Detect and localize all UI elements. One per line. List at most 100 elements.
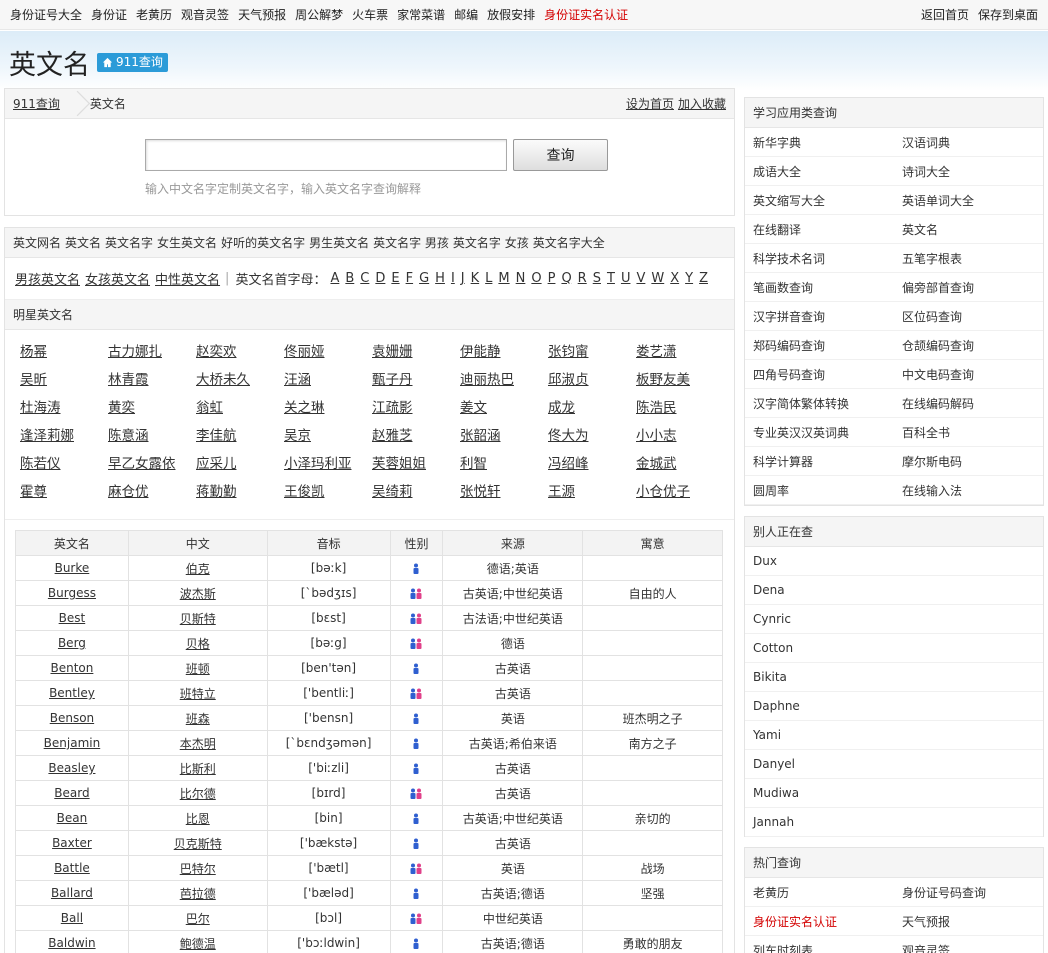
top-nav-item[interactable]: 周公解梦 [295,6,343,23]
english-name-link[interactable]: Berg [58,636,86,650]
star-name-link[interactable]: 杨幂 [20,344,47,360]
letter-link[interactable]: D [375,271,385,286]
study-tool-link[interactable]: 汉字拼音查询 [745,302,894,331]
star-name-link[interactable]: 陈意涵 [108,428,149,444]
star-name-link[interactable]: 逢泽莉娜 [20,428,74,444]
letter-link[interactable]: P [548,271,556,286]
star-name-link[interactable]: 江疏影 [372,400,413,416]
study-tool-link[interactable]: 区位码查询 [894,302,1043,331]
hot-query-link[interactable]: 列车时刻表 [745,936,894,953]
star-name-link[interactable]: 赵奕欢 [196,344,237,360]
add-favorite-link[interactable]: 加入收藏 [678,95,726,112]
letter-link[interactable]: M [498,271,509,286]
chinese-name-link[interactable]: 贝克斯特 [174,837,222,851]
study-tool-link[interactable]: 英文名 [894,215,1043,244]
tag-link[interactable]: 英文名 [65,234,101,251]
star-name-link[interactable]: 芙蓉姐姐 [372,456,426,472]
star-name-link[interactable]: 张钧甯 [548,344,589,360]
letter-link[interactable]: H [435,271,445,286]
study-tool-link[interactable]: 诗词大全 [894,157,1043,186]
letter-link[interactable]: X [670,271,679,286]
star-name-link[interactable]: 吴昕 [20,372,47,388]
english-name-link[interactable]: Ball [61,911,83,925]
star-name-link[interactable]: 翁虹 [196,400,223,416]
star-name-link[interactable]: 佟丽娅 [284,344,325,360]
letter-link[interactable]: B [345,271,354,286]
study-tool-link[interactable]: 中文电码查询 [894,360,1043,389]
english-name-link[interactable]: Baxter [52,836,92,850]
top-nav-item[interactable]: 身份证号大全 [10,6,82,23]
study-tool-link[interactable]: 在线编码解码 [894,389,1043,418]
study-tool-link[interactable]: 郑码编码查询 [745,331,894,360]
tag-link[interactable]: 英文网名 [13,234,61,251]
tag-link[interactable]: 英文名字 男孩 [373,234,449,251]
top-nav-item[interactable]: 天气预报 [238,6,286,23]
study-tool-link[interactable]: 偏旁部首查询 [894,273,1043,302]
letter-link[interactable]: T [607,271,615,286]
study-tool-link[interactable]: 百科全书 [894,418,1043,447]
english-name-link[interactable]: Bean [57,811,88,825]
star-name-link[interactable]: 麻仓优 [108,484,149,500]
letter-link[interactable]: U [621,271,631,286]
chinese-name-link[interactable]: 鲍德温 [180,937,216,951]
top-nav-item[interactable]: 放假安排 [487,6,535,23]
star-name-link[interactable]: 小泽玛利亚 [284,456,352,472]
gender-link[interactable]: 中性英文名 [155,269,220,288]
star-name-link[interactable]: 早乙女露依 [108,456,176,472]
top-nav-item[interactable]: 老黄历 [136,6,172,23]
search-input[interactable] [145,139,507,171]
star-name-link[interactable]: 黄奕 [108,400,135,416]
recent-search-link[interactable]: Mudiwa [745,779,1043,808]
study-tool-link[interactable]: 笔画数查询 [745,273,894,302]
letter-link[interactable]: J [461,271,465,286]
tag-link[interactable]: 英文名字大全 [533,234,605,251]
study-tool-link[interactable]: 英语单词大全 [894,186,1043,215]
star-name-link[interactable]: 王俊凯 [284,484,325,500]
letter-link[interactable]: A [330,271,339,286]
star-name-link[interactable]: 板野友美 [636,372,690,388]
chinese-name-link[interactable]: 伯克 [186,562,210,576]
tag-link[interactable]: 好听的英文名字 [221,234,305,251]
star-name-link[interactable]: 甄子丹 [372,372,413,388]
study-tool-link[interactable]: 汉字简体繁体转换 [745,389,894,418]
top-nav-item-verify[interactable]: 身份证实名认证 [544,6,628,23]
hot-query-link[interactable]: 身份证实名认证 [745,907,894,936]
chinese-name-link[interactable]: 贝格 [186,637,210,651]
breadcrumb-home[interactable]: 911查询 [13,95,60,112]
chinese-name-link[interactable]: 比尔德 [180,787,216,801]
study-tool-link[interactable]: 五笔字根表 [894,244,1043,273]
star-name-link[interactable]: 古力娜扎 [108,344,162,360]
star-name-link[interactable]: 关之琳 [284,400,325,416]
chinese-name-link[interactable]: 本杰明 [180,737,216,751]
top-nav-item[interactable]: 邮编 [454,6,478,23]
star-name-link[interactable]: 冯绍峰 [548,456,589,472]
star-name-link[interactable]: 娄艺潇 [636,344,677,360]
recent-search-link[interactable]: Cotton [745,634,1043,663]
chinese-name-link[interactable]: 班森 [186,712,210,726]
english-name-link[interactable]: Bentley [49,686,95,700]
english-name-link[interactable]: Benjamin [44,736,101,750]
star-name-link[interactable]: 霍尊 [20,484,47,500]
top-nav-item[interactable]: 身份证 [91,6,127,23]
star-name-link[interactable]: 应采儿 [196,456,237,472]
hot-query-link[interactable]: 老黄历 [745,878,894,907]
tag-link[interactable]: 男生英文名 [309,234,369,251]
recent-search-link[interactable]: Cynric [745,605,1043,634]
study-tool-link[interactable]: 新华字典 [745,128,894,157]
star-name-link[interactable]: 吴京 [284,428,311,444]
study-tool-link[interactable]: 英文缩写大全 [745,186,894,215]
save-desktop-link[interactable]: 保存到桌面 [978,6,1038,23]
star-name-link[interactable]: 王源 [548,484,575,500]
study-tool-link[interactable]: 圆周率 [745,476,894,505]
star-name-link[interactable]: 利智 [460,456,487,472]
star-name-link[interactable]: 林青霞 [108,372,149,388]
chinese-name-link[interactable]: 巴尔 [186,912,210,926]
letter-link[interactable]: G [419,271,429,286]
gender-link[interactable]: 女孩英文名 [85,269,150,288]
chinese-name-link[interactable]: 芭拉德 [180,887,216,901]
star-name-link[interactable]: 迪丽热巴 [460,372,514,388]
letter-link[interactable]: O [531,271,541,286]
recent-search-link[interactable]: Yami [745,721,1043,750]
english-name-link[interactable]: Best [59,611,86,625]
star-name-link[interactable]: 李佳航 [196,428,237,444]
